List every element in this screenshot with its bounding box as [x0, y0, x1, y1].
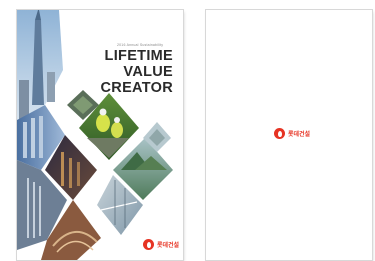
document-spread: 2016 Annual Sustainability LIFETIME VALU…: [0, 0, 375, 261]
lotte-emblem-icon: [143, 239, 154, 250]
cover-title-line-3: CREATOR: [100, 80, 173, 96]
front-logo: 롯데건설: [143, 239, 179, 250]
back-logo: 롯데건설: [274, 128, 310, 139]
report-kicker: 2016 Annual Sustainability: [117, 43, 164, 47]
back-cover: 롯데건설: [206, 10, 372, 260]
cover-title-line-1: LIFETIME: [104, 48, 173, 64]
front-logo-text: 롯데건설: [157, 243, 180, 249]
cover-title-line-2: VALUE: [123, 64, 173, 80]
tower-photo: [17, 10, 63, 120]
front-cover: 2016 Annual Sustainability LIFETIME VALU…: [17, 10, 183, 260]
back-logo-text: 롯데건설: [288, 132, 311, 138]
lotte-emblem-icon: [274, 128, 285, 139]
